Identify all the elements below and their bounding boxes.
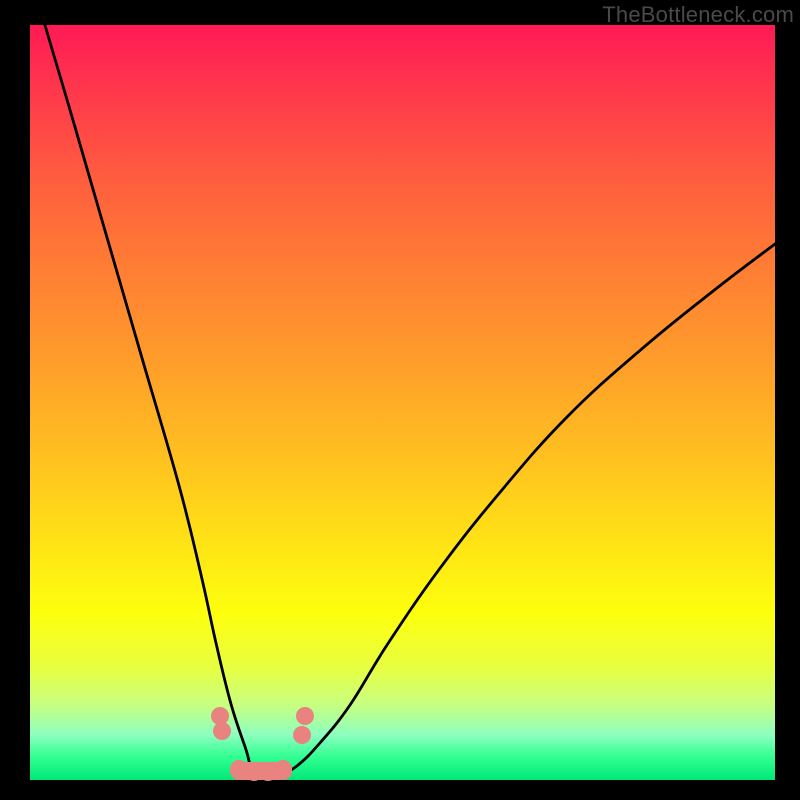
optimal-marker xyxy=(293,726,311,744)
optimal-marker xyxy=(213,722,231,740)
optimal-markers-layer xyxy=(30,25,775,780)
optimal-marker xyxy=(296,707,314,725)
outer-frame: TheBottleneck.com xyxy=(0,0,800,800)
chart-plot-area xyxy=(30,25,775,780)
watermark-text: TheBottleneck.com xyxy=(602,2,794,28)
optimal-marker xyxy=(274,760,292,778)
